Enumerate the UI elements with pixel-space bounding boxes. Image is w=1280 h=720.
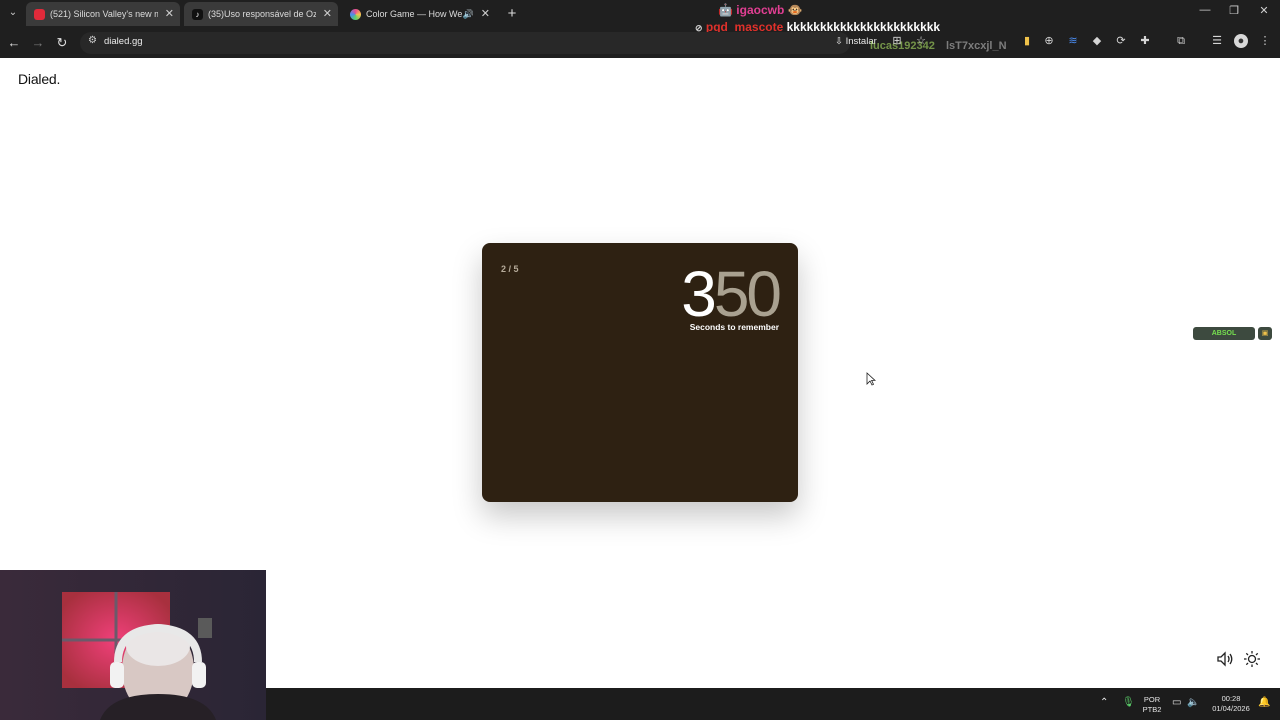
close-window-icon[interactable]: ✕ bbox=[1254, 4, 1274, 17]
microphone-icon[interactable]: 🎙 bbox=[1122, 697, 1135, 708]
network-icon[interactable]: ▭ bbox=[1172, 697, 1181, 708]
add-circle-icon[interactable]: ⊕ bbox=[1042, 34, 1056, 48]
diamond-icon[interactable]: ◆ bbox=[1090, 34, 1104, 48]
sound-toggle-icon[interactable] bbox=[1215, 651, 1235, 669]
round-counter: 2 / 5 bbox=[501, 264, 519, 274]
url-text: dialed.gg bbox=[104, 36, 143, 47]
lock-icon: ▣ bbox=[1258, 327, 1272, 340]
translate-icon[interactable]: ⊞ bbox=[890, 34, 904, 48]
overlay-badge: ABSOL bbox=[1193, 327, 1255, 340]
language-code: POR bbox=[1143, 695, 1161, 704]
webcam-overlay bbox=[0, 570, 266, 720]
tab-title: (521) Silicon Valley's new miracle bbox=[50, 9, 158, 19]
site-info-icon[interactable]: ⚙ bbox=[88, 35, 97, 46]
extension-icon[interactable]: ▮ bbox=[1020, 34, 1034, 48]
more-menu-icon[interactable]: ⋮ bbox=[1258, 34, 1272, 48]
tiktok-icon: ♪ bbox=[192, 9, 203, 20]
monkey-icon: 🐵 bbox=[787, 3, 803, 17]
android-icon: 🤖 bbox=[718, 3, 733, 17]
install-icon: ⇩ bbox=[835, 36, 843, 47]
tab-youtube[interactable]: (521) Silicon Valley's new miracle ✕ bbox=[26, 2, 180, 26]
address-bar[interactable]: ⚙ dialed.gg bbox=[80, 32, 850, 54]
refresh-ext-icon[interactable]: ⟳ bbox=[1114, 34, 1128, 48]
tab-title: Color Game — How Well C bbox=[366, 9, 462, 19]
clock-date: 01/04/2026 bbox=[1212, 704, 1250, 713]
color-card: 2 / 5 350 Seconds to remember bbox=[482, 243, 798, 502]
wave-icon[interactable]: ≋ bbox=[1066, 34, 1080, 48]
tab-search-chevron-icon[interactable]: ⌄ bbox=[4, 4, 22, 22]
reading-list-icon[interactable]: ☰ bbox=[1210, 34, 1224, 48]
keyboard-layout: PTB2 bbox=[1142, 705, 1162, 714]
chevron-up-icon[interactable]: ⌃ bbox=[1100, 697, 1108, 708]
close-icon[interactable]: ✕ bbox=[165, 2, 174, 26]
clock-time: 00:28 bbox=[1221, 694, 1241, 703]
overlay-username: igaocwb bbox=[736, 3, 785, 17]
new-tab-button[interactable]: + bbox=[503, 5, 521, 23]
overlay-top-user: 🤖 igaocwb 🐵 bbox=[718, 3, 803, 17]
language-indicator[interactable]: POR PTB2 bbox=[1140, 695, 1164, 715]
tab-bar: ⌄ (521) Silicon Valley's new miracle ✕ ♪… bbox=[0, 0, 1280, 28]
avatar[interactable]: ● bbox=[1234, 34, 1248, 48]
speaker-icon[interactable]: 🔊 bbox=[463, 2, 474, 26]
mouse-cursor-icon bbox=[866, 372, 876, 386]
screenshot-icon[interactable]: ⧉ bbox=[1174, 34, 1188, 48]
volume-icon[interactable]: 🔈 bbox=[1187, 697, 1199, 708]
tab-tiktok[interactable]: ♪ (35)Uso responsável de Ozempic ✕ bbox=[184, 2, 338, 26]
site-logo[interactable]: Dialed. bbox=[18, 71, 60, 87]
theme-toggle-icon[interactable] bbox=[1242, 650, 1262, 670]
timer-digit-secondary: 50 bbox=[713, 258, 782, 330]
restore-icon[interactable]: ❐ bbox=[1224, 4, 1244, 17]
star-icon[interactable]: ☆ bbox=[914, 34, 928, 48]
close-icon[interactable]: ✕ bbox=[481, 2, 490, 26]
webcam-feed-image bbox=[0, 570, 266, 720]
countdown-timer: 350 bbox=[681, 258, 782, 330]
close-icon[interactable]: ✕ bbox=[323, 2, 332, 26]
color-wheel-icon bbox=[350, 9, 361, 20]
system-clock[interactable]: 00:28 01/04/2026 bbox=[1206, 694, 1256, 714]
reload-icon[interactable]: ↻ bbox=[53, 34, 71, 52]
tab-title: (35)Uso responsável de Ozempic bbox=[208, 9, 316, 19]
back-arrow-icon[interactable]: ← bbox=[5, 34, 23, 52]
timer-label: Seconds to remember bbox=[689, 322, 779, 332]
notification-icon[interactable]: 🔔 bbox=[1258, 697, 1270, 708]
timer-digit-primary: 3 bbox=[681, 258, 717, 330]
overlay-faded-name: lsT7xcxjl_N bbox=[946, 40, 1007, 52]
minimize-icon[interactable]: — bbox=[1195, 4, 1215, 16]
tab-color-game[interactable]: Color Game — How Well C 🔊 ✕ bbox=[342, 2, 496, 26]
youtube-icon bbox=[34, 9, 45, 20]
forward-arrow-icon[interactable]: → bbox=[29, 34, 47, 52]
browser-chrome: ⌄ (521) Silicon Valley's new miracle ✕ ♪… bbox=[0, 0, 1280, 58]
puzzle-icon[interactable]: ✚ bbox=[1138, 34, 1152, 48]
navigation-bar: ← → ↻ ⚙ dialed.gg ⇩ Instalar lucas192342… bbox=[0, 30, 1280, 56]
